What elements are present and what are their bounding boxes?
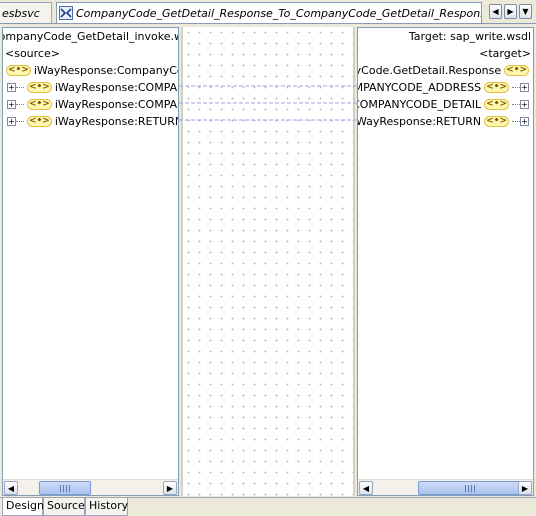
editor-view-tabs: Design Source History	[0, 497, 536, 516]
scroll-right-arrow-icon[interactable]: ▶	[518, 481, 532, 495]
tree-connector	[512, 87, 520, 88]
tab-list-menu-button[interactable]: ▼	[519, 4, 532, 19]
tab-esbsvc[interactable]: esbsvc	[0, 2, 52, 23]
tab-esbsvc-label: esbsvc	[2, 6, 40, 20]
scroll-right-arrow-icon[interactable]: ▶	[163, 481, 177, 495]
tree-connector	[512, 121, 520, 122]
element-icon: <•>	[504, 65, 529, 76]
xsl-map-icon	[59, 6, 73, 20]
mapping-canvas[interactable]	[181, 27, 355, 496]
target-horizontal-scrollbar[interactable]: ◀ ▶	[358, 479, 533, 495]
expand-icon[interactable]: +	[520, 100, 529, 109]
target-schema-panel[interactable]: Target: sap_write.wsdl <target> iWayResp…	[357, 27, 534, 496]
source-root-element[interactable]: <•> iWayResponse:CompanyCode.GetDetail.R…	[6, 62, 178, 79]
scroll-thumb[interactable]	[418, 481, 522, 495]
target-node-label: iWayResponse:COMPANYCODE_ADDRESS	[358, 81, 482, 94]
target-root-element-label: iWayResponse:CompanyCode.GetDetail.Respo…	[358, 64, 502, 77]
tab-design[interactable]: Design	[2, 498, 44, 516]
target-panel-header: Target: sap_write.wsdl	[408, 30, 531, 43]
chevron-left-icon: ◀	[492, 7, 499, 16]
chevron-right-icon: ▶	[507, 7, 514, 16]
tree-connector	[16, 121, 24, 122]
target-node-return[interactable]: iWayResponse:RETURN <•> +	[357, 113, 529, 130]
source-panel-header: CompanyCode_GetDetail_invoke.wsdl?wsdl	[3, 30, 178, 43]
scroll-left-arrow-icon[interactable]: ◀	[4, 481, 18, 495]
tab-history[interactable]: History	[85, 498, 128, 516]
tree-connector	[16, 87, 24, 88]
target-root-text: <target>	[479, 47, 531, 60]
source-node-companycode-address[interactable]: + <•> iWayResponse:COMPANYCODE_ADDRESS	[7, 79, 178, 96]
tab-xsl-mapping[interactable]: CompanyCode_GetDetail_Response_To_Compan…	[56, 2, 482, 23]
scroll-thumb[interactable]	[39, 481, 91, 495]
target-node-companycode-address[interactable]: iWayResponse:COMPANYCODE_ADDRESS <•> +	[358, 79, 529, 96]
element-icon: <•>	[27, 99, 52, 110]
tab-xsl-label: CompanyCode_GetDetail_Response_To_Compan…	[76, 6, 482, 20]
target-node-label: iWayResponse:RETURN	[357, 115, 482, 128]
expand-icon[interactable]: +	[7, 83, 16, 92]
element-icon: <•>	[484, 82, 509, 93]
source-node-return[interactable]: + <•> iWayResponse:RETURN	[7, 113, 179, 130]
source-node-label: iWayResponse:COMPANYCODE_DETAIL	[54, 98, 178, 111]
chevron-down-icon: ▼	[522, 7, 529, 16]
source-root-element-label: iWayResponse:CompanyCode.GetDetail.Respo…	[33, 64, 178, 77]
source-schema-panel[interactable]: CompanyCode_GetDetail_invoke.wsdl?wsdl <…	[2, 27, 179, 496]
scroll-left-arrow-icon[interactable]: ◀	[359, 481, 373, 495]
source-node-label: iWayResponse:RETURN	[54, 115, 179, 128]
element-icon: <•>	[484, 116, 509, 127]
source-horizontal-scrollbar[interactable]: ◀ ▶	[3, 479, 178, 495]
scroll-tabs-left-button[interactable]: ◀	[489, 4, 502, 19]
element-icon: <•>	[484, 99, 509, 110]
source-root-label: <source>	[5, 45, 60, 62]
target-root-label: <target>	[479, 45, 531, 62]
source-root-text: <source>	[5, 47, 60, 60]
target-node-companycode-detail[interactable]: iWayResponse:COMPANYCODE_DETAIL <•> +	[358, 96, 529, 113]
tree-connector	[512, 104, 520, 105]
tree-connector	[16, 104, 24, 105]
expand-icon[interactable]: +	[520, 83, 529, 92]
scroll-tabs-right-button[interactable]: ▶	[504, 4, 517, 19]
source-node-label: iWayResponse:COMPANYCODE_ADDRESS	[54, 81, 178, 94]
tab-source[interactable]: Source	[43, 498, 85, 516]
expand-icon[interactable]: +	[7, 117, 16, 126]
target-node-label: iWayResponse:COMPANYCODE_DETAIL	[358, 98, 482, 111]
editor-tab-bar: esbsvc CompanyCode_GetDetail_Response_To…	[0, 0, 536, 24]
expand-icon[interactable]: +	[7, 100, 16, 109]
element-icon: <•>	[27, 82, 52, 93]
target-root-element[interactable]: iWayResponse:CompanyCode.GetDetail.Respo…	[358, 62, 532, 79]
source-node-companycode-detail[interactable]: + <•> iWayResponse:COMPANYCODE_DETAIL	[7, 96, 178, 113]
expand-icon[interactable]: +	[520, 117, 529, 126]
element-icon: <•>	[27, 116, 52, 127]
element-icon: <•>	[6, 65, 31, 76]
